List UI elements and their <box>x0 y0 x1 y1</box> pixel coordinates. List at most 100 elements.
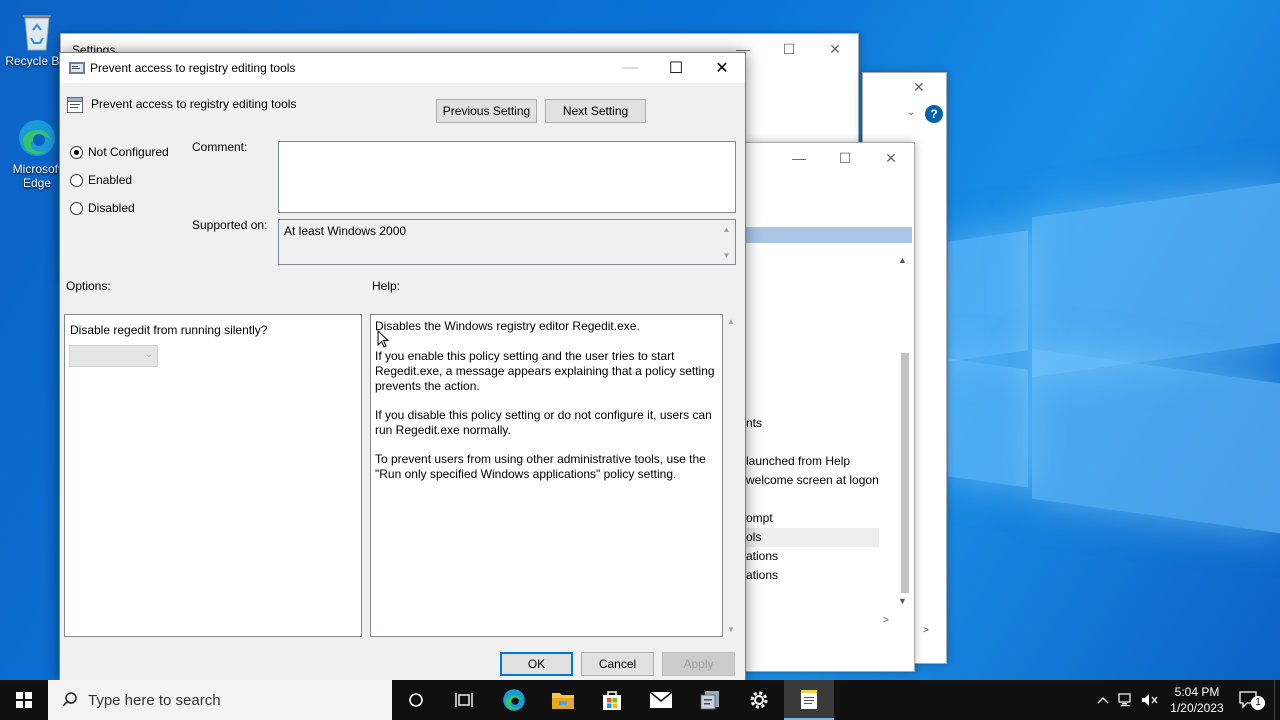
help-icon[interactable]: ? <box>925 105 943 123</box>
radio-label: Enabled <box>88 173 133 187</box>
scroll-up-icon[interactable]: ▲ <box>718 222 735 236</box>
registry-icon <box>700 691 719 710</box>
previous-setting-button[interactable]: Previous Setting <box>436 99 537 123</box>
windows-logo-pane <box>1032 348 1280 534</box>
taskbar-notepad-active[interactable] <box>784 680 834 720</box>
taskbar-settings[interactable] <box>735 680 783 720</box>
help-scrollbar[interactable]: ▲ ▼ <box>723 314 740 637</box>
scroll-down-icon[interactable]: ▼ <box>898 596 907 606</box>
supported-scrollbar[interactable]: ▲ ▼ <box>718 220 735 264</box>
taskbar-file-explorer[interactable] <box>539 680 587 720</box>
search-icon <box>62 691 78 710</box>
list-item[interactable]: ations <box>746 547 879 566</box>
setting-header-icon <box>67 97 83 116</box>
clock[interactable]: 5:04 PM 1/20/2023 <box>1164 680 1230 720</box>
help-panel: Disables the Windows registry editor Reg… <box>370 314 723 637</box>
scroll-up-icon[interactable]: ▲ <box>898 255 907 265</box>
scrollbar-thumb[interactable] <box>901 353 909 593</box>
maximize-icon[interactable]: ☐ <box>822 143 868 173</box>
close-icon[interactable]: ✕ <box>868 143 914 173</box>
scroll-down-icon[interactable]: ▼ <box>718 248 735 262</box>
desktop: Recycle Bin Microsoft Edge Settings — ☐ ✕ … <box>0 0 1280 680</box>
windows-logo-pane <box>1032 182 1280 378</box>
start-button[interactable] <box>0 680 48 720</box>
mouse-cursor-icon <box>377 329 390 351</box>
recycle-bin-icon <box>17 10 57 51</box>
comment-label: Comment: <box>192 140 248 154</box>
maximize-button[interactable]: ☐ <box>653 53 699 83</box>
supported-on-value: At least Windows 2000 <box>284 224 407 238</box>
scroll-up-icon[interactable]: ▲ <box>727 317 735 326</box>
clock-time: 5:04 PM <box>1174 685 1220 699</box>
show-desktop-button[interactable] <box>1274 680 1280 720</box>
radio-disabled[interactable]: Disabled <box>70 201 135 215</box>
apply-button[interactable]: Apply <box>662 652 735 676</box>
search-placeholder: Type here to search <box>88 691 221 709</box>
network-icon[interactable] <box>1116 680 1136 720</box>
help-label: Help: <box>372 279 401 293</box>
minimize-icon[interactable]: — <box>776 143 822 173</box>
minimize-button[interactable]: — <box>607 53 653 83</box>
radio-not-configured[interactable]: Not Configured <box>70 145 169 159</box>
taskbar-edge[interactable] <box>490 680 538 720</box>
list-item[interactable]: welcome screen at logon <box>746 471 879 490</box>
store-icon <box>603 691 621 710</box>
taskbar-mail[interactable] <box>637 680 685 720</box>
list-item[interactable]: launched from Help <box>746 452 879 471</box>
close-icon[interactable]: ✕ <box>913 79 925 96</box>
windows-logo-pane <box>948 230 1028 362</box>
taskbar-store[interactable] <box>588 680 636 720</box>
dialog-title: Prevent access to registry editing tools <box>90 61 296 75</box>
list-item[interactable]: nts <box>746 414 879 433</box>
chevron-right-icon[interactable]: > <box>883 615 889 626</box>
gear-icon <box>750 691 768 709</box>
notepad-icon <box>801 690 817 709</box>
ok-button[interactable]: OK <box>500 652 573 676</box>
windows-logo-pane <box>948 358 1028 488</box>
comment-textarea[interactable] <box>278 141 736 213</box>
taskbar-registry-app[interactable] <box>686 680 734 720</box>
help-paragraph: To prevent users from using other admini… <box>375 452 706 481</box>
close-button[interactable]: ✕ <box>699 53 745 83</box>
cortana-button[interactable] <box>392 680 440 720</box>
action-center-button[interactable]: 1 <box>1234 680 1265 720</box>
radio-dot <box>70 201 83 215</box>
folder-icon <box>552 693 574 709</box>
scroll-down-icon[interactable]: ▼ <box>727 625 735 634</box>
chevron-right-icon[interactable]: > <box>923 625 929 636</box>
task-view-icon <box>455 693 473 707</box>
help-paragraph: If you disable this policy setting or do… <box>375 408 712 437</box>
tray-overflow-chevron-icon[interactable] <box>1094 680 1112 720</box>
option-prompt: Disable regedit from running silently? <box>70 323 268 337</box>
dialog-titlebar[interactable]: Prevent access to registry editing tools… <box>60 53 745 83</box>
maximize-icon[interactable]: ☐ <box>766 34 812 64</box>
list-item[interactable]: ols <box>746 528 879 547</box>
help-paragraph: Disables the Windows registry editor Reg… <box>375 319 640 333</box>
windows-start-icon <box>16 692 32 708</box>
list-item[interactable]: ompt <box>746 509 879 528</box>
mail-icon <box>649 691 673 708</box>
setting-name: Prevent access to registry editing tools <box>91 97 297 111</box>
taskbar-search-box[interactable]: Type here to search <box>48 680 392 720</box>
clock-date: 1/20/2023 <box>1170 701 1224 715</box>
supported-on-field: At least Windows 2000 ▲ ▼ <box>278 219 736 265</box>
options-panel: Disable regedit from running silently? ⌄ <box>64 314 362 637</box>
radio-enabled[interactable]: Enabled <box>70 173 132 187</box>
option-dropdown[interactable]: ⌄ <box>69 345 158 367</box>
task-view-button[interactable] <box>440 680 488 720</box>
list-item[interactable]: ations <box>746 566 879 585</box>
cancel-button[interactable]: Cancel <box>581 652 654 676</box>
chevron-down-icon[interactable]: ⌄ <box>907 107 915 118</box>
radio-label: Not Configured <box>88 145 169 159</box>
radio-dot <box>70 173 83 187</box>
volume-muted-icon[interactable] <box>1140 680 1160 720</box>
notification-count-badge: 1 <box>1251 696 1265 710</box>
next-setting-button[interactable]: Next Setting <box>545 99 646 123</box>
group-policy-editor-window[interactable]: — ☐ ✕ ▲ ▼ > nts launched from Help welcome… <box>742 142 915 672</box>
radio-dot <box>70 145 83 159</box>
radio-label: Disabled <box>88 201 135 215</box>
cortana-icon <box>409 693 423 707</box>
policy-icon <box>69 61 85 75</box>
close-icon[interactable]: ✕ <box>812 34 858 64</box>
options-label: Options: <box>66 279 111 293</box>
